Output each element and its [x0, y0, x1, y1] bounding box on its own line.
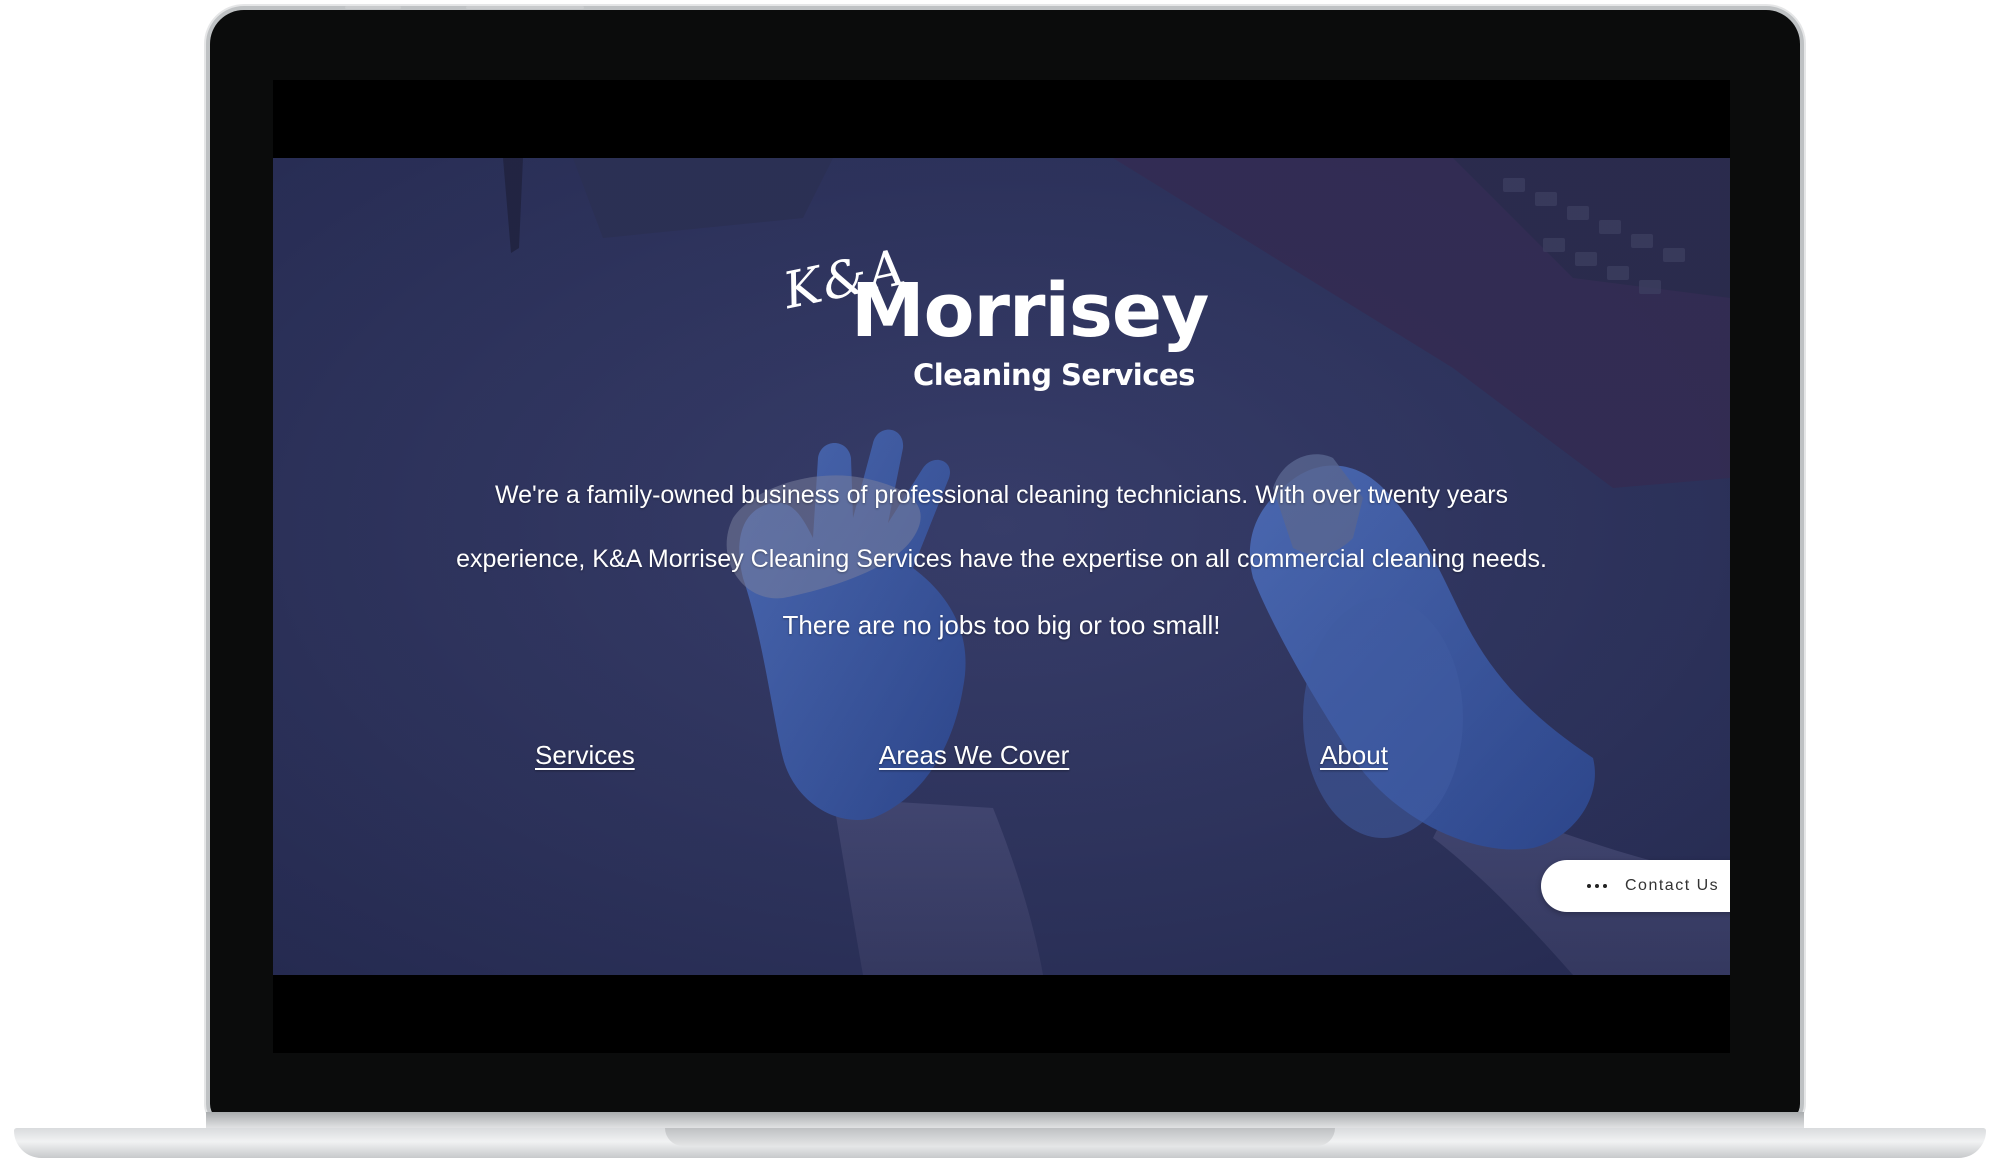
- lid-tab: [466, 6, 584, 9]
- device-mockup: K&A Morrisey Cleaning Services We're a f…: [0, 0, 2000, 1161]
- laptop-notch: [665, 1128, 1335, 1146]
- intro-line-2: experience, K&A Morrisey Cleaning Servic…: [456, 545, 1547, 573]
- nav-link-about[interactable]: About: [1320, 740, 1388, 771]
- website-hero: K&A Morrisey Cleaning Services We're a f…: [273, 158, 1730, 975]
- intro-paragraph: We're a family-owned business of profess…: [373, 463, 1630, 591]
- tagline: There are no jobs too big or too small!: [782, 610, 1221, 640]
- nav-link-areas-we-cover[interactable]: Areas We Cover: [879, 740, 1069, 771]
- intro-line-1: We're a family-owned business of profess…: [494, 481, 1509, 509]
- contact-us-button[interactable]: Contact Us: [1541, 860, 1730, 912]
- company-logo[interactable]: K&A Morrisey Cleaning Services: [273, 238, 1730, 400]
- logo-subtitle: Cleaning Services: [913, 358, 1195, 392]
- laptop-screen: K&A Morrisey Cleaning Services We're a f…: [273, 80, 1730, 1053]
- more-dots-icon: [1587, 884, 1607, 888]
- lid-tab: [345, 6, 401, 9]
- logo-name: Morrisey: [851, 268, 1209, 354]
- nav-link-services[interactable]: Services: [535, 740, 635, 771]
- contact-us-label: Contact Us: [1625, 877, 1720, 894]
